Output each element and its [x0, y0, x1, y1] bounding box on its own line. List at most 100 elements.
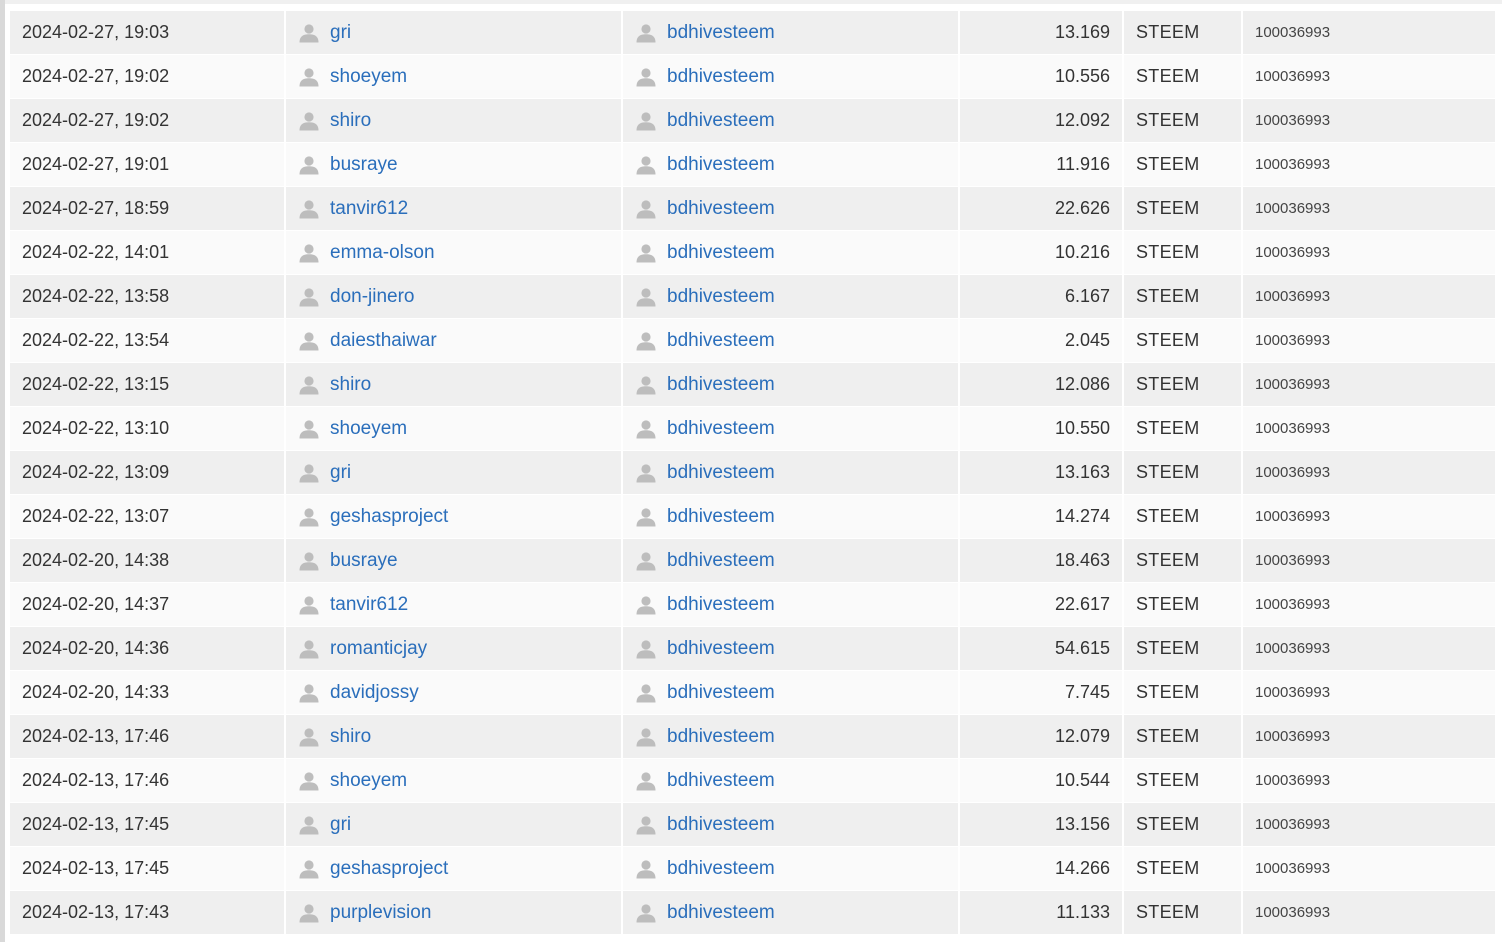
transfers-table-body: 2024-02-27, 19:03 gri bdhivesteem 13.169…	[10, 11, 1497, 935]
asset-cell: STEEM	[1124, 715, 1243, 759]
to-account-link[interactable]: bdhivesteem	[667, 682, 775, 704]
asset-cell: STEEM	[1124, 451, 1243, 495]
user-icon	[636, 111, 656, 130]
from-account-link[interactable]: geshasproject	[330, 858, 448, 880]
table-row: 2024-02-22, 13:07 geshasproject bdhivest…	[10, 495, 1497, 539]
user-icon	[299, 815, 319, 834]
to-account-link[interactable]: bdhivesteem	[667, 858, 775, 880]
to-account-link[interactable]: bdhivesteem	[667, 330, 775, 352]
user-icon	[636, 859, 656, 878]
to-cell: bdhivesteem	[623, 99, 960, 143]
from-cell: geshasproject	[286, 847, 623, 891]
from-account-link[interactable]: gri	[330, 462, 351, 484]
to-cell: bdhivesteem	[623, 847, 960, 891]
from-account-link[interactable]: davidjossy	[330, 682, 419, 704]
from-account-link[interactable]: emma-olson	[330, 242, 435, 264]
from-account-link[interactable]: busraye	[330, 154, 398, 176]
to-account-link[interactable]: bdhivesteem	[667, 418, 775, 440]
user-icon	[299, 67, 319, 86]
to-cell: bdhivesteem	[623, 627, 960, 671]
user-icon	[299, 331, 319, 350]
table-row: 2024-02-13, 17:46 shoeyem bdhivesteem 10…	[10, 759, 1497, 803]
from-cell: shiro	[286, 715, 623, 759]
from-account-link[interactable]: shoeyem	[330, 418, 407, 440]
from-account-link[interactable]: shiro	[330, 374, 371, 396]
asset-cell: STEEM	[1124, 891, 1243, 935]
to-account-link[interactable]: bdhivesteem	[667, 770, 775, 792]
from-account-link[interactable]: daiesthaiwar	[330, 330, 437, 352]
table-row: 2024-02-22, 13:09 gri bdhivesteem 13.163…	[10, 451, 1497, 495]
to-cell: bdhivesteem	[623, 891, 960, 935]
to-account-link[interactable]: bdhivesteem	[667, 550, 775, 572]
table-row: 2024-02-27, 18:59 tanvir612 bdhivesteem …	[10, 187, 1497, 231]
to-cell: bdhivesteem	[623, 275, 960, 319]
table-row: 2024-02-27, 19:01 busraye bdhivesteem 11…	[10, 143, 1497, 187]
table-row: 2024-02-22, 14:01 emma-olson bdhivesteem…	[10, 231, 1497, 275]
date-cell: 2024-02-22, 13:58	[10, 275, 286, 319]
to-account-link[interactable]: bdhivesteem	[667, 506, 775, 528]
table-row: 2024-02-22, 13:10 shoeyem bdhivesteem 10…	[10, 407, 1497, 451]
from-account-link[interactable]: tanvir612	[330, 594, 408, 616]
amount-cell: 13.163	[960, 451, 1124, 495]
to-cell: bdhivesteem	[623, 55, 960, 99]
asset-cell: STEEM	[1124, 627, 1243, 671]
to-account-link[interactable]: bdhivesteem	[667, 110, 775, 132]
memo-cell: 100036993	[1243, 275, 1497, 319]
to-account-link[interactable]: bdhivesteem	[667, 594, 775, 616]
from-cell: gri	[286, 803, 623, 847]
from-cell: busraye	[286, 539, 623, 583]
from-account-link[interactable]: shiro	[330, 110, 371, 132]
asset-cell: STEEM	[1124, 847, 1243, 891]
user-icon	[636, 67, 656, 86]
to-account-link[interactable]: bdhivesteem	[667, 462, 775, 484]
memo-cell: 100036993	[1243, 891, 1497, 935]
date-cell: 2024-02-20, 14:38	[10, 539, 286, 583]
date-cell: 2024-02-20, 14:33	[10, 671, 286, 715]
table-row: 2024-02-27, 19:03 gri bdhivesteem 13.169…	[10, 11, 1497, 55]
from-account-link[interactable]: don-jinero	[330, 286, 415, 308]
table-row: 2024-02-20, 14:36 romanticjay bdhivestee…	[10, 627, 1497, 671]
to-account-link[interactable]: bdhivesteem	[667, 814, 775, 836]
memo-cell: 100036993	[1243, 715, 1497, 759]
from-account-link[interactable]: gri	[330, 814, 351, 836]
from-account-link[interactable]: gri	[330, 22, 351, 44]
user-icon	[636, 507, 656, 526]
from-account-link[interactable]: shoeyem	[330, 66, 407, 88]
to-cell: bdhivesteem	[623, 583, 960, 627]
to-account-link[interactable]: bdhivesteem	[667, 374, 775, 396]
user-icon	[299, 771, 319, 790]
user-icon	[299, 595, 319, 614]
from-account-link[interactable]: geshasproject	[330, 506, 448, 528]
memo-cell: 100036993	[1243, 803, 1497, 847]
to-account-link[interactable]: bdhivesteem	[667, 638, 775, 660]
asset-cell: STEEM	[1124, 539, 1243, 583]
date-cell: 2024-02-22, 13:10	[10, 407, 286, 451]
amount-cell: 18.463	[960, 539, 1124, 583]
date-cell: 2024-02-20, 14:36	[10, 627, 286, 671]
from-cell: gri	[286, 11, 623, 55]
from-cell: shoeyem	[286, 759, 623, 803]
from-account-link[interactable]: shoeyem	[330, 770, 407, 792]
to-account-link[interactable]: bdhivesteem	[667, 154, 775, 176]
table-row: 2024-02-27, 19:02 shiro bdhivesteem 12.0…	[10, 99, 1497, 143]
table-row: 2024-02-22, 13:58 don-jinero bdhivesteem…	[10, 275, 1497, 319]
to-account-link[interactable]: bdhivesteem	[667, 286, 775, 308]
to-account-link[interactable]: bdhivesteem	[667, 66, 775, 88]
from-account-link[interactable]: tanvir612	[330, 198, 408, 220]
user-icon	[299, 419, 319, 438]
user-icon	[636, 287, 656, 306]
to-cell: bdhivesteem	[623, 363, 960, 407]
to-account-link[interactable]: bdhivesteem	[667, 726, 775, 748]
from-account-link[interactable]: busraye	[330, 550, 398, 572]
to-account-link[interactable]: bdhivesteem	[667, 198, 775, 220]
date-cell: 2024-02-13, 17:45	[10, 803, 286, 847]
from-account-link[interactable]: shiro	[330, 726, 371, 748]
to-account-link[interactable]: bdhivesteem	[667, 242, 775, 264]
to-account-link[interactable]: bdhivesteem	[667, 902, 775, 924]
amount-cell: 14.274	[960, 495, 1124, 539]
user-icon	[299, 463, 319, 482]
from-account-link[interactable]: purplevision	[330, 902, 431, 924]
to-account-link[interactable]: bdhivesteem	[667, 22, 775, 44]
from-account-link[interactable]: romanticjay	[330, 638, 427, 660]
asset-cell: STEEM	[1124, 671, 1243, 715]
